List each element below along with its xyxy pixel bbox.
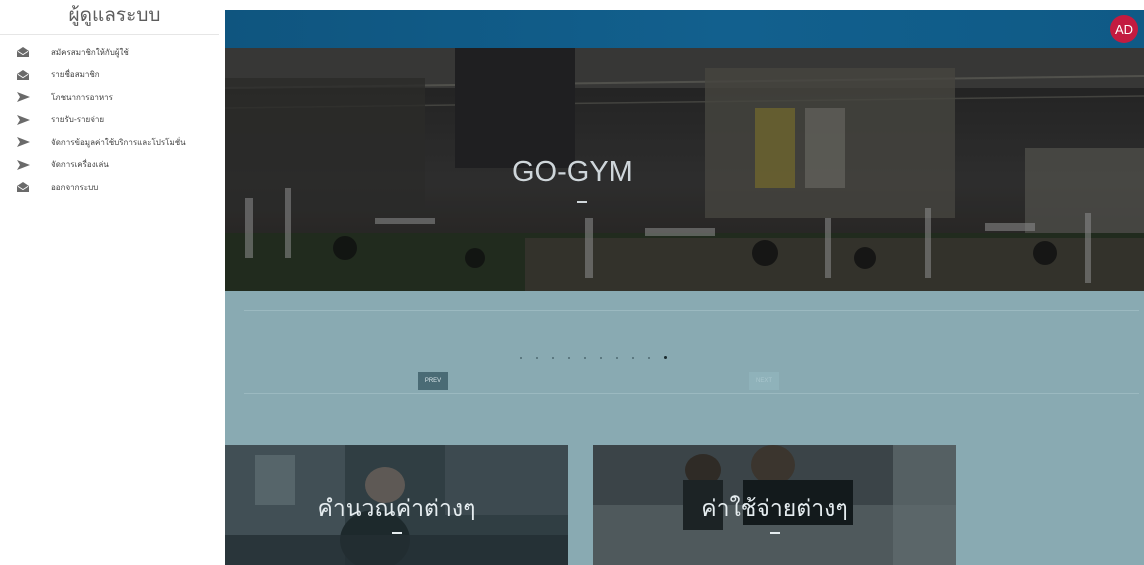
envelope-open-icon: [17, 47, 35, 58]
sidebar-item-logout[interactable]: ออกจากระบบ: [0, 176, 225, 199]
sidebar: ผู้ดูแลระบบ สมัครสมาชิกให้กับผู้ใช้ รายช…: [0, 0, 225, 565]
sidebar-item-label: จัดการเครื่องเล่น: [51, 160, 109, 170]
carousel-dot[interactable]: [648, 357, 650, 359]
sidebar-item-label: ออกจากระบบ: [51, 182, 99, 192]
sidebar-item-register-member[interactable]: สมัครสมาชิกให้กับผู้ใช้: [0, 41, 225, 64]
hero-title: GO-GYM: [512, 156, 633, 188]
sidebar-item-label: สมัครสมาชิกให้กับผู้ใช้: [51, 47, 129, 57]
send-icon: [17, 137, 35, 148]
card-title-underline: [391, 532, 402, 534]
card-expenses[interactable]: ค่าใช้จ่ายต่างๆ: [593, 445, 956, 565]
sidebar-item-nutrition[interactable]: โภชนาการอาหาร: [0, 86, 225, 109]
user-avatar[interactable]: AD: [1110, 15, 1138, 43]
carousel-dot[interactable]: [584, 357, 586, 359]
carousel-indicators: [520, 356, 681, 362]
carousel-dot[interactable]: [536, 357, 538, 359]
carousel-dot[interactable]: [552, 357, 554, 359]
sidebar-item-member-list[interactable]: รายชื่อสมาชิก: [0, 64, 225, 87]
sidebar-title: ผู้ดูแลระบบ: [0, 0, 219, 35]
send-icon: [17, 114, 35, 125]
sidebar-menu: สมัครสมาชิกให้กับผู้ใช้ รายชื่อสมาชิก โภ…: [0, 41, 225, 199]
send-icon: [17, 92, 35, 103]
send-icon: [17, 159, 35, 170]
card-title-underline: [769, 532, 780, 534]
carousel-prev-button[interactable]: PREV: [418, 372, 448, 390]
card-calculate[interactable]: คำนวณค่าต่างๆ: [225, 445, 568, 565]
carousel-dot[interactable]: [600, 357, 602, 359]
carousel-dot[interactable]: [568, 357, 570, 359]
carousel-next-button[interactable]: NEXT: [749, 372, 779, 390]
carousel: PREV NEXT: [244, 310, 1139, 394]
hero-banner: GO-GYM: [225, 48, 1144, 291]
sidebar-item-equipment[interactable]: จัดการเครื่องเล่น: [0, 154, 225, 177]
sidebar-item-label: รายชื่อสมาชิก: [51, 70, 100, 80]
sidebar-item-label: รายรับ-รายจ่าย: [51, 115, 105, 125]
sidebar-item-income-expense[interactable]: รายรับ-รายจ่าย: [0, 109, 225, 132]
sidebar-item-label: จัดการข้อมูลค่าใช้บริการและโปรโมชั่น: [51, 137, 186, 147]
gym-photo-image: [225, 48, 1144, 291]
sidebar-item-service-promotion[interactable]: จัดการข้อมูลค่าใช้บริการและโปรโมชั่น: [0, 131, 225, 154]
carousel-dot[interactable]: [520, 357, 522, 359]
main-content: AD GO-GYM PREV NEXT คำนวณค่าต่างๆ ค่าใช้…: [225, 0, 1144, 565]
carousel-dot-active[interactable]: [664, 356, 667, 359]
carousel-dot[interactable]: [632, 357, 634, 359]
hero-title-underline: [577, 201, 587, 203]
top-navbar: [225, 10, 1144, 48]
envelope-open-icon: [17, 69, 35, 80]
card-title: ค่าใช้จ่ายต่างๆ: [701, 496, 848, 522]
carousel-dot[interactable]: [616, 357, 618, 359]
overlay-section: PREV NEXT คำนวณค่าต่างๆ ค่าใช้จ่ายต่างๆ: [225, 291, 1144, 565]
envelope-open-icon: [17, 182, 35, 193]
sidebar-item-label: โภชนาการอาหาร: [51, 92, 113, 102]
card-title: คำนวณค่าต่างๆ: [317, 496, 476, 522]
